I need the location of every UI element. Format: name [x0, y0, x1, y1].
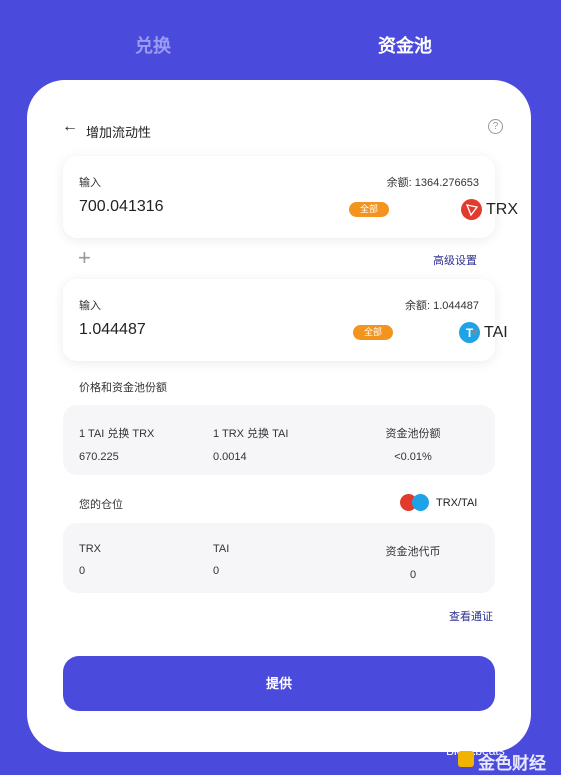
supply-button[interactable]: 提供: [63, 656, 495, 711]
back-arrow-icon[interactable]: ←: [62, 118, 78, 136]
input-panel-tai: 输入 余额: 1.044487 1.044487 全部 T TAI ▼: [63, 279, 508, 361]
position-info-box: TRX 0 TAI 0 资金池代币 0: [63, 523, 495, 593]
trx-icon: [461, 199, 482, 220]
brand-logo-icon: [458, 751, 474, 767]
amount-input[interactable]: 700.041316: [79, 198, 164, 216]
position-col-trx: TRX 0: [79, 543, 101, 577]
info-label: TAI: [213, 543, 230, 555]
price-info-box: 1 TAI 兑换 TRX 670.225 1 TRX 兑换 TAI 0.0014…: [63, 405, 495, 475]
plus-icon: +: [78, 245, 91, 270]
position-col-pool-token: 资金池代币 0: [385, 543, 441, 581]
token-name: TRX: [486, 201, 518, 218]
pair-name: TRX/TAI: [436, 497, 478, 509]
price-col-tai-trx: 1 TAI 兑换 TRX 670.225: [79, 425, 154, 463]
watermark: Blockbeats 金色财经: [422, 743, 552, 773]
price-section-label: 价格和资金池份额: [79, 382, 167, 394]
advanced-settings-link[interactable]: 高级设置: [433, 252, 477, 268]
input-label: 输入: [79, 300, 101, 312]
top-tabs: 兑换 资金池: [0, 0, 561, 80]
info-value: <0.01%: [394, 451, 432, 463]
position-section-label: 您的仓位: [79, 499, 123, 511]
position-col-tai: TAI 0: [213, 543, 229, 577]
info-value: 0.0014: [213, 451, 247, 463]
info-label: 1 TRX 兑换 TAI: [213, 428, 289, 440]
balance-text: 余额: 1.044487: [405, 300, 479, 312]
help-icon[interactable]: ?: [488, 119, 503, 134]
max-button[interactable]: 全部: [353, 325, 393, 340]
info-value: 0: [409, 569, 417, 581]
input-panel-trx: 输入 余额: 1364.276653 700.041316 全部 TRX: [63, 156, 518, 238]
tab-swap[interactable]: 兑换: [135, 32, 171, 58]
page-title: 增加流动性: [86, 125, 152, 140]
token-name: TAI: [484, 324, 508, 341]
info-label: 资金池份额: [385, 428, 441, 440]
info-label: 资金池代币: [385, 546, 441, 558]
tab-pool[interactable]: 资金池: [378, 32, 432, 58]
max-button[interactable]: 全部: [349, 202, 389, 217]
info-value: 0: [213, 565, 220, 577]
amount-input[interactable]: 1.044487: [79, 321, 146, 339]
price-col-pool-share: 资金池份额 <0.01%: [385, 425, 441, 463]
price-col-trx-tai: 1 TRX 兑换 TAI 0.0014: [213, 425, 288, 463]
chevron-down-icon[interactable]: ▼: [470, 327, 479, 337]
watermark-brand: 金色财经: [478, 754, 546, 773]
tai-icon: [412, 494, 429, 511]
header: ← 增加流动性 ?: [62, 118, 503, 142]
input-label: 输入: [79, 177, 101, 189]
info-value: 670.225: [79, 451, 119, 463]
info-label: TRX: [79, 543, 101, 555]
balance-text: 余额: 1364.276653: [386, 177, 479, 189]
liquidity-card: ← 增加流动性 ? 输入 余额: 1364.276653 700.041316 …: [27, 80, 531, 752]
pair-badge: TRX/TAI: [400, 494, 500, 512]
view-token-link[interactable]: 查看通证: [449, 608, 493, 624]
info-label: 1 TAI 兑换 TRX: [79, 428, 155, 440]
info-value: 0: [79, 565, 86, 577]
